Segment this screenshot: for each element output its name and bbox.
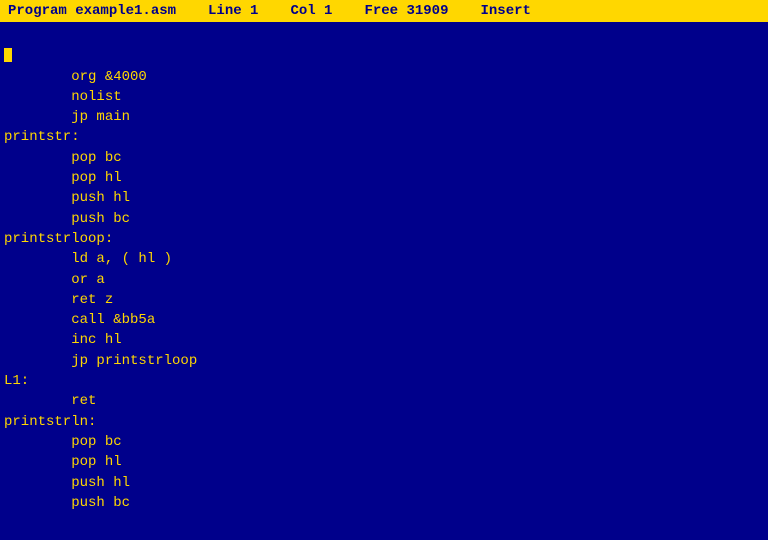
line-info: Line 1 (208, 3, 258, 19)
col-info: Col 1 (290, 3, 332, 19)
code-line: pop hl (0, 452, 768, 472)
program-name: Program example1.asm (8, 3, 176, 19)
code-line: printstrloop: (0, 229, 768, 249)
code-line: push bc (0, 209, 768, 229)
code-line: call &bb5a (0, 310, 768, 330)
code-line: org &4000 (0, 67, 768, 87)
code-line (0, 46, 768, 66)
text-cursor (4, 48, 12, 62)
code-line: jp main (0, 107, 768, 127)
code-line: push hl (0, 188, 768, 208)
code-line: or a (0, 270, 768, 290)
free-memory: Free 31909 (364, 3, 448, 19)
code-line: ld a, ( hl ) (0, 249, 768, 269)
code-line: nolist (0, 87, 768, 107)
code-line: printstrln: (0, 412, 768, 432)
edit-mode: Insert (480, 3, 530, 19)
code-line: push hl (0, 473, 768, 493)
code-line: push bc (0, 493, 768, 513)
code-line: printstr: (0, 127, 768, 147)
code-line: inc hl (0, 330, 768, 350)
code-line: jp printstrloop (0, 351, 768, 371)
code-line: pop hl (0, 168, 768, 188)
code-line: ret z (0, 290, 768, 310)
code-line: ret (0, 391, 768, 411)
status-bar: Program example1.asm Line 1 Col 1 Free 3… (0, 0, 768, 22)
code-line: L1: (0, 371, 768, 391)
code-line: pop bc (0, 432, 768, 452)
code-line: pop bc (0, 148, 768, 168)
editor-area[interactable]: org &4000 nolist jp mainprintstr: pop bc… (0, 22, 768, 517)
